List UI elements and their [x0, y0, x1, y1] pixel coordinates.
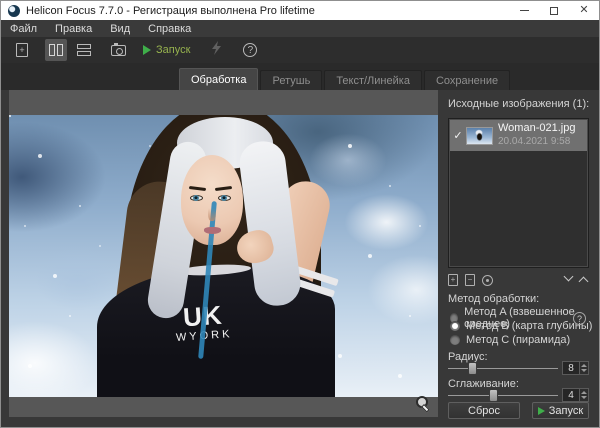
magnifier-cursor-icon — [416, 396, 429, 409]
nose — [208, 205, 216, 221]
gear-settings-icon[interactable] — [482, 275, 493, 286]
run-button[interactable]: Запуск — [532, 402, 589, 419]
camera-icon — [111, 45, 126, 56]
menu-bar: Файл Правка Вид Справка — [1, 20, 599, 37]
lips — [204, 227, 221, 234]
slider-track — [448, 368, 558, 369]
vertical-split-icon — [49, 44, 63, 56]
horizontal-split-view-button[interactable] — [73, 39, 95, 61]
left-eye — [190, 195, 203, 201]
menu-edit[interactable]: Правка — [55, 23, 92, 35]
slider-track — [448, 395, 558, 396]
spin-down-icon[interactable] — [581, 396, 587, 399]
maximize-button[interactable] — [539, 1, 569, 20]
tab-saving[interactable]: Сохранение — [424, 70, 510, 90]
radius-slider[interactable] — [448, 362, 558, 375]
title-bar: Helicon Focus 7.7.0 - Регистрация выполн… — [1, 1, 599, 20]
method-c-option[interactable]: Метод C (пирамида) — [450, 334, 570, 346]
tab-text-scale[interactable]: Текст/Линейка — [324, 70, 422, 90]
radio-selected-icon[interactable] — [450, 321, 460, 331]
lightning-button[interactable] — [212, 41, 221, 60]
app-window: Helicon Focus 7.7.0 - Регистрация выполн… — [0, 0, 600, 428]
toolbar-run-label: Запуск — [156, 44, 190, 56]
tab-processing[interactable]: Обработка — [179, 68, 258, 90]
window-title: Helicon Focus 7.7.0 - Регистрация выполн… — [26, 5, 315, 17]
vertical-split-view-button[interactable] — [45, 39, 67, 61]
menu-view[interactable]: Вид — [110, 23, 130, 35]
move-up-button[interactable] — [579, 277, 589, 287]
source-images-header: Исходные изображения (1): — [448, 98, 589, 110]
content-area: UK WYORK Исходные изображения (1): — [1, 90, 599, 427]
tab-strip: Обработка Ретушь Текст/Линейка Сохранени… — [1, 63, 599, 90]
minimize-button[interactable] — [509, 1, 539, 20]
image-date: 20.04.2021 9:58 — [498, 136, 575, 149]
remove-image-button[interactable]: − — [465, 274, 475, 286]
add-images-button[interactable]: + — [11, 39, 33, 61]
image-filename: Woman-021.jpg — [498, 122, 575, 136]
minimize-icon — [520, 10, 529, 11]
radius-value[interactable]: 8 — [562, 361, 580, 375]
menu-help[interactable]: Справка — [148, 23, 191, 35]
play-icon — [538, 407, 545, 415]
tab-retouching[interactable]: Ретушь — [260, 70, 322, 90]
toolbar-help-button[interactable]: ? — [243, 43, 257, 57]
checkmark-icon[interactable]: ✓ — [450, 129, 466, 142]
snowflakes — [9, 115, 11, 117]
add-file-icon: + — [16, 43, 28, 57]
window-controls: ✕ — [509, 1, 599, 20]
radius-spinbox: 8 — [562, 361, 589, 375]
smoothing-spinbox: 4 — [562, 388, 589, 402]
image-viewport[interactable]: UK WYORK — [9, 90, 438, 417]
play-icon — [143, 45, 151, 55]
smoothing-spin-arrows[interactable] — [580, 388, 589, 402]
smoothing-slider[interactable] — [448, 389, 558, 402]
smoothing-slider-handle[interactable] — [489, 389, 498, 402]
close-icon: ✕ — [579, 5, 588, 16]
horizontal-split-icon — [77, 44, 91, 56]
close-button[interactable]: ✕ — [569, 1, 599, 20]
method-c-label: Метод C (пирамида) — [466, 334, 570, 346]
method-help-button[interactable]: ? — [573, 312, 586, 325]
smoothing-value[interactable]: 4 — [562, 388, 580, 402]
menu-file[interactable]: Файл — [10, 23, 37, 35]
spin-up-icon[interactable] — [581, 364, 587, 367]
helicon-focus-logo-icon — [8, 5, 20, 17]
maximize-icon — [550, 7, 558, 15]
right-panel: Исходные изображения (1): ✓ Woman-021.jp… — [444, 90, 593, 417]
camera-button[interactable] — [107, 39, 129, 61]
run-button-label: Запуск — [549, 405, 583, 417]
method-section-title: Метод обработки: — [448, 293, 539, 305]
main-toolbar: + Запуск ? — [1, 37, 599, 63]
radius-slider-handle[interactable] — [468, 362, 477, 375]
spin-down-icon[interactable] — [581, 369, 587, 372]
move-down-button[interactable] — [564, 272, 574, 282]
reset-button[interactable]: Сброс — [448, 402, 520, 419]
lightning-icon — [212, 41, 221, 55]
add-image-button[interactable]: + — [448, 274, 458, 286]
radius-spin-arrows[interactable] — [580, 361, 589, 375]
list-item[interactable]: ✓ Woman-021.jpg 20.04.2021 9:58 — [450, 120, 587, 151]
right-eye — [218, 195, 231, 201]
radio-unselected-icon[interactable] — [450, 335, 460, 345]
method-b-option[interactable]: Метод B (карта глубины) — [450, 320, 592, 332]
toolbar-run-button[interactable]: Запуск — [143, 44, 190, 56]
image-thumbnail — [466, 127, 493, 145]
list-toolbar: + − — [448, 272, 589, 288]
source-images-list[interactable]: ✓ Woman-021.jpg 20.04.2021 9:58 — [448, 118, 589, 268]
spin-up-icon[interactable] — [581, 391, 587, 394]
woman-portrait-photo: UK WYORK — [9, 115, 438, 397]
